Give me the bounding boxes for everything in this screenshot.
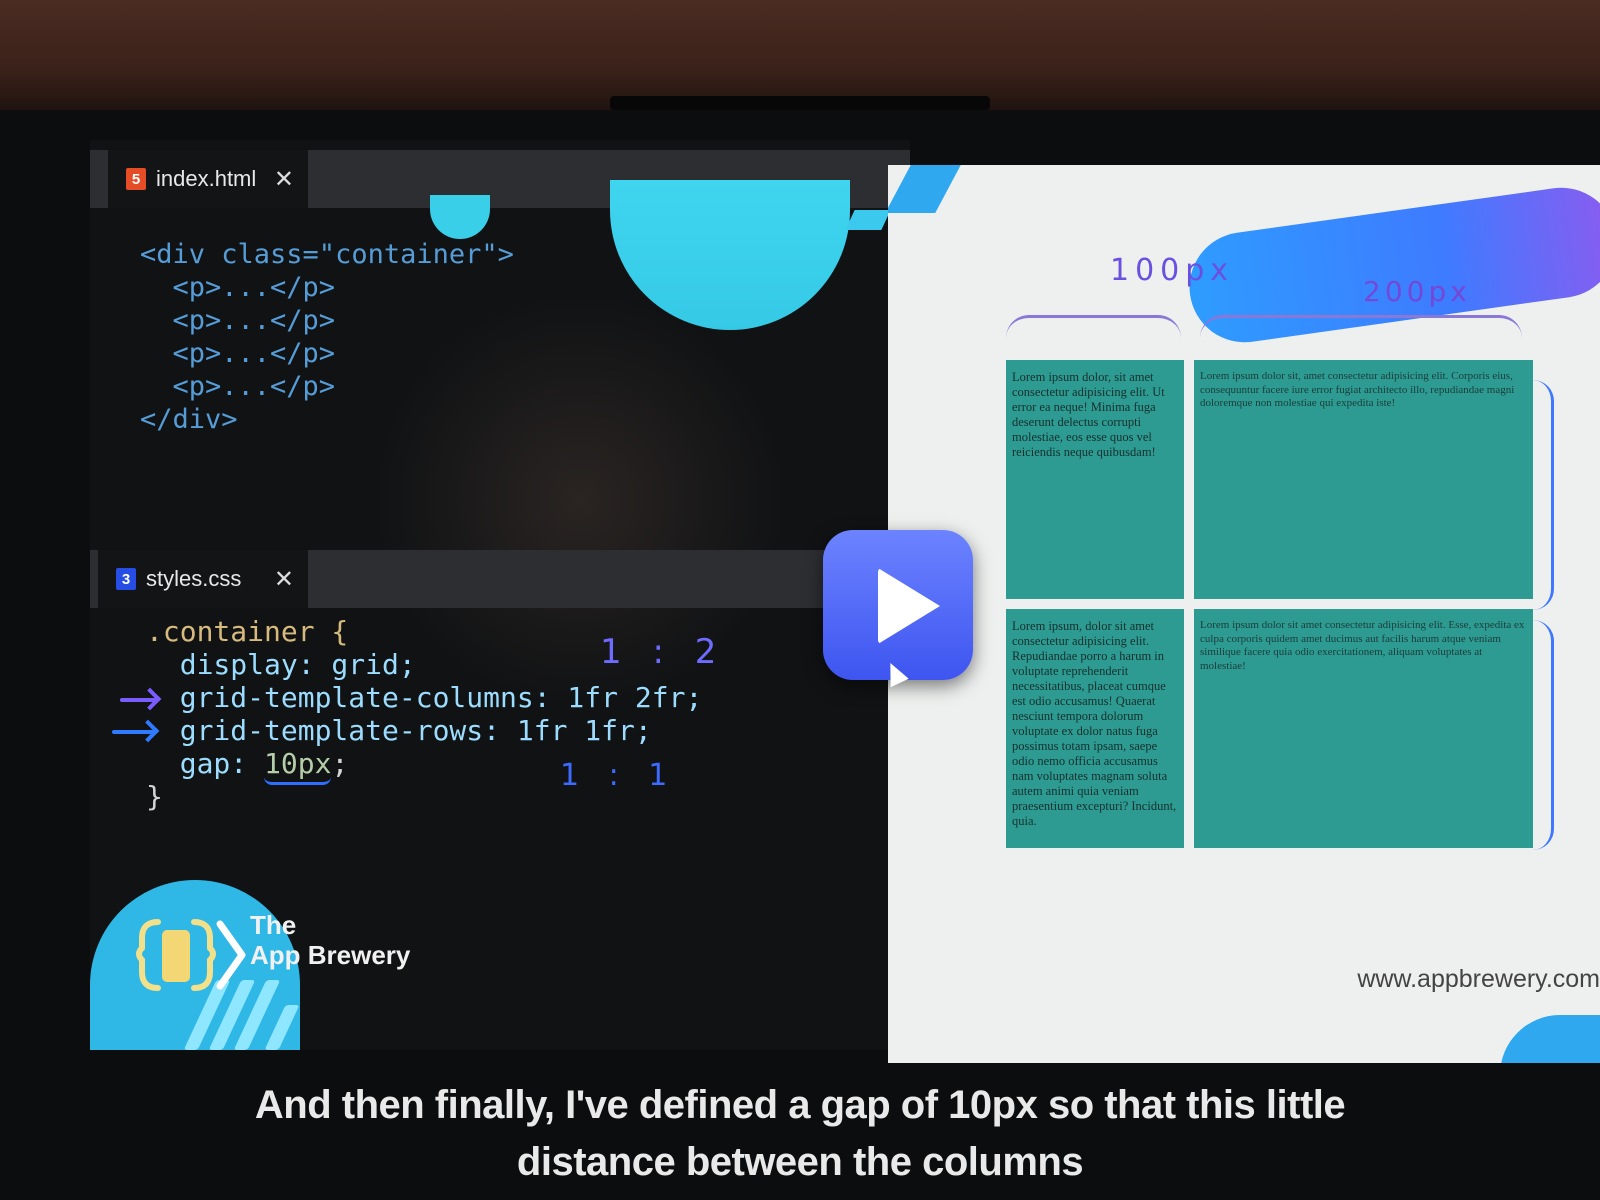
decorative-blob xyxy=(888,165,961,213)
brace-row-2 xyxy=(1533,620,1554,850)
close-icon[interactable]: ✕ xyxy=(274,565,294,594)
browser-preview: 100px 200px Lorem ipsum dolor, sit amet … xyxy=(888,165,1600,1063)
grid-cell: Lorem ipsum, dolor sit amet consectetur … xyxy=(1006,609,1184,848)
code-token: ; xyxy=(331,747,349,780)
subtitle-line: distance between the columns xyxy=(516,1140,1084,1184)
subtitle-line: And then finally, I've defined a gap of … xyxy=(254,1083,1346,1127)
annotation-200px: 200px xyxy=(1363,275,1471,308)
tab-styles-css[interactable]: 3 styles.css ✕ xyxy=(98,550,308,608)
tab-label: index.html xyxy=(156,166,257,191)
code-token: gap: xyxy=(146,747,265,780)
gap-value: 10px xyxy=(264,747,332,785)
brand-line: App Brewery xyxy=(250,940,411,970)
html5-icon: 5 xyxy=(126,168,146,190)
code-line: <p>...</p> xyxy=(140,272,336,303)
code-line: </div> xyxy=(140,404,238,435)
decorative-blob xyxy=(1500,1015,1600,1063)
decorative-blob xyxy=(430,195,490,239)
html-code-block: <div class="container"> <p>...</p> <p>..… xyxy=(140,238,514,436)
brace-columns-1 xyxy=(1006,315,1181,338)
brace-row-1 xyxy=(1533,380,1554,610)
css-tab-bar: 3 styles.css ✕ xyxy=(90,550,910,608)
arrow-icon xyxy=(112,730,154,734)
code-line: <p>...</p> xyxy=(140,338,336,369)
website-url: www.appbrewery.com xyxy=(1357,965,1600,993)
code-line: <div class="container"> xyxy=(140,239,514,270)
play-button[interactable] xyxy=(823,530,973,680)
code-line: grid-template-rows: 1fr 1fr; xyxy=(146,714,652,747)
annotation-columns-ratio: 1 : 2 xyxy=(600,632,727,672)
grid-cell: Lorem ipsum dolor, sit amet consectetur … xyxy=(1006,360,1184,599)
css3-icon: 3 xyxy=(116,568,136,590)
app-brewery-logo-icon xyxy=(136,919,246,991)
tab-index-html[interactable]: 5 index.html ✕ xyxy=(108,150,308,208)
close-icon[interactable]: ✕ xyxy=(274,165,294,194)
code-editor: 5 index.html ✕ <div class="container"> <… xyxy=(90,140,910,1050)
play-icon xyxy=(878,568,940,644)
annotation-100px: 100px xyxy=(1110,253,1235,288)
tab-label: styles.css xyxy=(146,566,242,591)
code-line: <p>...</p> xyxy=(140,305,336,336)
decorative-blob xyxy=(845,210,891,230)
arrow-icon xyxy=(120,698,156,702)
grid-cell: Lorem ipsum dolor sit amet consectetur a… xyxy=(1194,609,1533,848)
brand-name: The App Brewery xyxy=(250,910,410,970)
monitor-notch xyxy=(610,96,990,110)
code-line: grid-template-columns: 1fr 2fr; xyxy=(146,681,703,714)
brace-columns-2 xyxy=(1200,315,1522,338)
code-line: <p>...</p> xyxy=(140,371,336,402)
brand-line: The xyxy=(250,910,297,940)
annotation-rows-ratio: 1 : 1 xyxy=(560,758,678,793)
grid-cell: Lorem ipsum dolor sit, amet consectetur … xyxy=(1194,360,1533,599)
grid-container: Lorem ipsum dolor, sit amet consectetur … xyxy=(1006,360,1533,848)
